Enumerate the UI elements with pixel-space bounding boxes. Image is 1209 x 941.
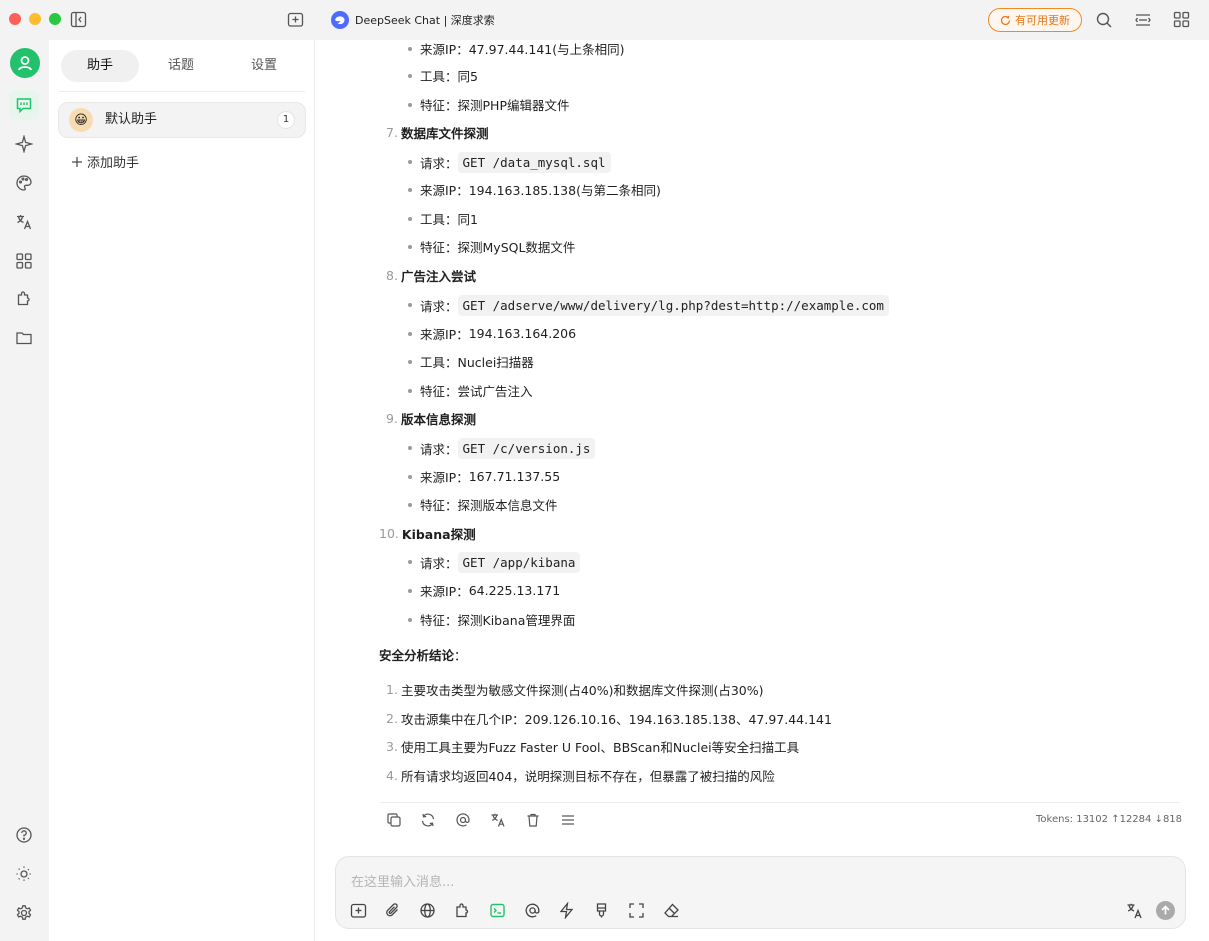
plus-icon [72,156,82,167]
list-item: 来源IP： 64.225.13.171 [408,582,560,599]
token-usage: Tokens: 13102 ↑12284 ↓818 [1036,814,1183,825]
list-item: 3. 使用工具主要为Fuzz Faster U Fool、BBScan和Nucle… [386,739,800,755]
message-divider [380,802,1180,803]
attachment-icon[interactable] [384,902,401,919]
theme-toggle-icon[interactable] [15,865,33,883]
topic-count-badge: 1 [277,111,295,129]
settings-gear-icon[interactable] [15,904,33,922]
list-item: 2. 攻击源集中在几个IP：209.126.10.16、194.163.185.1… [386,711,832,727]
update-available-button[interactable]: 有可用更新 [988,8,1082,32]
arrow-up-icon [1161,905,1170,915]
search-icon[interactable] [1095,11,1113,29]
clear-context-icon[interactable] [593,902,610,919]
add-assistant-label: 添加助手 [87,156,140,171]
translate-icon[interactable] [15,213,33,231]
title-bar: DeepSeek Chat | 深度求索 有可用更新 [0,0,1209,40]
folder-icon[interactable] [15,329,33,347]
sparkle-icon[interactable] [15,135,33,153]
send-button[interactable] [1156,901,1175,920]
user-icon [18,56,32,71]
fullscreen-icon[interactable] [628,902,645,919]
tab-assistants[interactable]: 助手 [61,50,139,82]
mcp-server-icon[interactable] [489,902,506,919]
update-label: 有可用更新 [1015,14,1070,27]
add-assistant-button[interactable]: 添加助手 [71,152,139,171]
palette-icon[interactable] [15,174,33,192]
mini-apps-icon[interactable] [15,252,33,270]
list-item: 特征： 探测Kibana管理界面 [408,611,575,628]
list-item: 请求： GET /adserve/www/delivery/lg.php?dest… [408,293,889,317]
message-input-box[interactable]: 在这里输入消息... [335,856,1186,929]
inline-code: GET /adserve/www/delivery/lg.php?dest=ht… [457,294,889,316]
list-item: 1. 主要攻击类型为敏感文件探测(占40%)和数据库文件探测(占30%) [386,682,764,698]
chat-icon[interactable] [15,96,33,114]
tab-settings[interactable]: 设置 [225,50,303,82]
more-menu-icon[interactable] [560,812,576,828]
list-item: 请求： GET /data_mysql.sql [408,150,611,174]
list-heading: 9. 版本信息探测 [386,411,476,427]
message-input-placeholder[interactable]: 在这里输入消息... [351,871,454,890]
maximize-window-button[interactable] [49,13,61,25]
quick-phrases-icon[interactable] [558,902,575,919]
refresh-icon [1000,15,1011,25]
mention-model-icon[interactable] [524,902,541,919]
list-item: 4. 所有请求均返回404，说明探测目标不存在，但暴露了被扫描的风险 [386,768,775,784]
translate-input-icon[interactable] [1126,902,1143,919]
regenerate-icon[interactable] [420,812,436,828]
user-avatar[interactable] [10,48,40,78]
new-topic-icon[interactable] [350,902,367,919]
expand-panel-icon[interactable] [1134,11,1152,29]
copy-icon[interactable] [386,812,402,828]
list-item: 特征： 尝试广告注入 [408,382,533,399]
assistant-item-default[interactable]: 😀 默认助手 1 [58,102,306,138]
knowledge-base-icon[interactable] [454,902,471,919]
knowledge-base-icon[interactable] [15,290,33,308]
list-item: 来源IP： 194.163.185.138(与第二条相同) [408,181,661,198]
list-item: 来源IP： 167.71.137.55 [408,468,560,485]
minimize-window-button[interactable] [29,13,41,25]
list-item: 工具： 同5 [408,67,478,84]
close-window-button[interactable] [9,13,21,25]
assistant-name: 默认助手 [105,112,158,127]
tabs-divider [59,91,305,92]
inline-code: GET /app/kibana [457,551,581,573]
list-heading: 7. 数据库文件探测 [386,125,489,141]
new-topic-icon[interactable] [287,11,304,28]
list-item: 来源IP： 47.97.44.141(与上条相同) [408,40,624,57]
list-heading: 10. Kibana探测 [379,526,476,542]
assistant-sidebar: 助手 话题 设置 😀 默认助手 1 添加助手 [49,40,315,941]
conclusion-heading: 安全分析结论： [379,648,467,663]
inline-code: GET /c/version.js [457,437,596,459]
toggle-sidebar-icon[interactable] [70,11,87,28]
list-item: 请求： GET /c/version.js [408,436,596,460]
list-item: 特征： 探测MySQL数据文件 [408,238,575,255]
delete-icon[interactable] [525,812,541,828]
tab-topics[interactable]: 话题 [142,50,220,82]
apps-grid-icon[interactable] [1173,11,1190,28]
sidebar-tabs: 助手 话题 设置 [59,50,305,82]
list-item: 特征： 探测PHP编辑器文件 [408,96,570,113]
list-item: 请求： GET /app/kibana [408,550,581,574]
translate-message-icon[interactable] [490,812,506,828]
list-item: 特征： 探测版本信息文件 [408,496,558,513]
list-heading: 8. 广告注入尝试 [386,268,476,284]
list-item: 工具： Nuclei扫描器 [408,353,534,370]
web-search-icon[interactable] [419,902,436,919]
assistant-emoji-icon: 😀 [69,108,93,132]
help-icon[interactable] [15,826,33,844]
window-title-text: DeepSeek Chat | 深度求索 [355,14,495,27]
mention-icon[interactable] [455,812,471,828]
window-title: DeepSeek Chat | 深度求索 [331,10,495,30]
inline-code: GET /data_mysql.sql [457,151,611,173]
list-item: 来源IP： 194.163.164.206 [408,325,576,342]
eraser-icon[interactable] [663,902,680,919]
chat-area: 来源IP： 47.97.44.141(与上条相同) 工具： 同5 特征： 探测PHP编… [316,40,1209,941]
deepseek-logo-icon [331,11,349,29]
list-item: 工具： 同1 [408,210,478,227]
